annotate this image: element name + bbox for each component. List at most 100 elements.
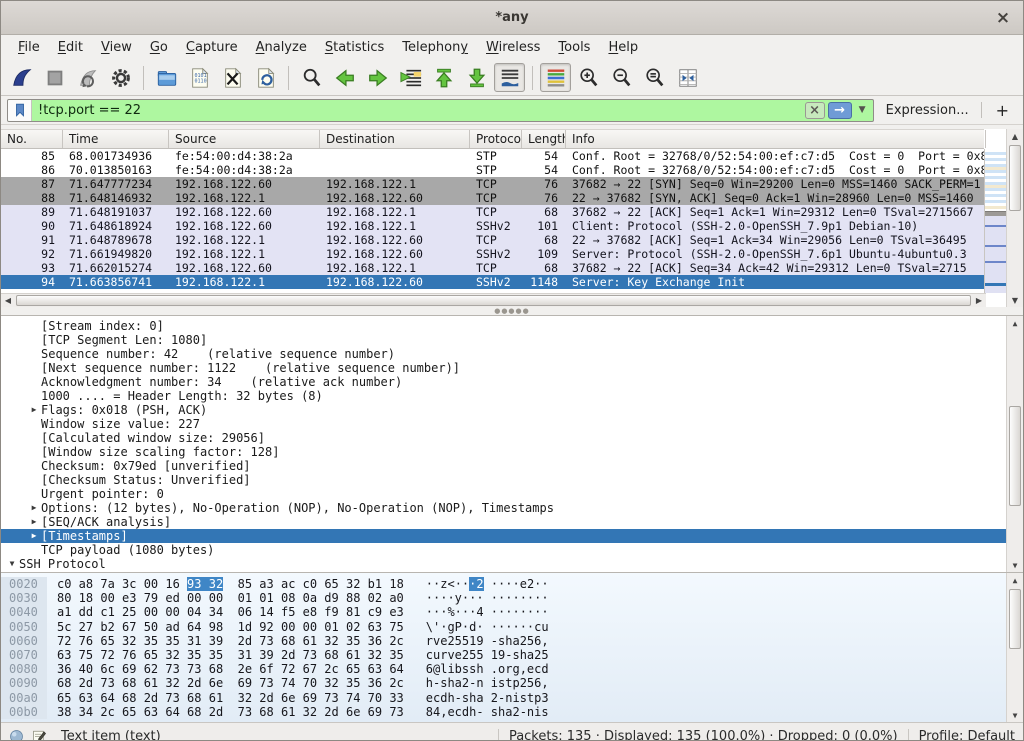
add-filter-button[interactable]: +	[990, 101, 1017, 120]
hex-ascii[interactable]: 84,ecdh- sha2-nis	[404, 705, 549, 719]
column-header-time[interactable]: Time	[63, 130, 169, 148]
expander-closed-icon[interactable]: ▶	[27, 403, 41, 417]
hex-bytes[interactable]: 38 34 2c 65 63 64 68 2d 73 68 61 32 2d 6…	[47, 705, 404, 719]
detail-tree-item[interactable]: ▼SSH Protocol	[1, 557, 1006, 571]
detail-tree-item[interactable]: [Window size scaling factor: 128]	[1, 445, 1006, 459]
hscroll-thumb[interactable]	[16, 295, 971, 306]
expander-closed-icon[interactable]: ▶	[27, 571, 41, 572]
hex-ascii[interactable]: ···%···4 ········	[404, 605, 549, 619]
column-header-destination[interactable]: Destination	[320, 130, 470, 148]
expander-closed-icon[interactable]: ▶	[27, 515, 41, 529]
hscroll-left-arrow-icon[interactable]: ◀	[1, 294, 15, 307]
hex-ascii[interactable]: curve255 19-sha25	[404, 648, 549, 662]
filter-bookmark-icon[interactable]	[8, 100, 32, 121]
detail-tree-item[interactable]: [Stream index: 0]	[1, 319, 1006, 333]
hex-bytes[interactable]: 36 40 6c 69 62 73 73 68 2e 6f 72 67 2c 6…	[47, 662, 404, 676]
go-forward-icon[interactable]	[362, 63, 393, 92]
hex-ascii[interactable]: ··z<···2 ····e2··	[404, 577, 549, 591]
bytes-scroll-up-icon[interactable]: ▲	[1007, 573, 1023, 587]
packet-row[interactable]: 8670.013850163fe:54:00:d4:38:2aSTP54Conf…	[1, 163, 984, 177]
details-scroll-thumb[interactable]	[1009, 406, 1021, 506]
column-header-source[interactable]: Source	[169, 130, 320, 148]
packet-row[interactable]: 8871.648146932192.168.122.1192.168.122.6…	[1, 191, 984, 205]
detail-tree-item[interactable]: [TCP Segment Len: 1080]	[1, 333, 1006, 347]
title-bar[interactable]: *any ×	[1, 1, 1023, 35]
zoom-in-icon[interactable]	[573, 63, 604, 92]
packet-list-hscrollbar[interactable]: ◀ ▶	[1, 293, 986, 307]
detail-tree-item[interactable]: [Calculated window size: 29056]	[1, 431, 1006, 445]
packet-row[interactable]: 8568.001734936fe:54:00:d4:38:2aSTP54Conf…	[1, 149, 984, 163]
menu-item-telephony[interactable]: Telephony	[393, 37, 477, 58]
status-profile[interactable]: Profile: Default	[919, 729, 1015, 741]
packet-list-minimap[interactable]	[984, 149, 1006, 293]
menu-item-analyze[interactable]: Analyze	[247, 37, 316, 58]
filter-apply-icon[interactable]: →	[828, 102, 852, 119]
reload-file-icon[interactable]	[250, 63, 281, 92]
hex-row[interactable]: 00b038 34 2c 65 63 64 68 2d 73 68 61 32 …	[1, 705, 1006, 719]
bytes-vscrollbar[interactable]: ▲ ▼	[1006, 573, 1023, 722]
details-scroll-down-icon[interactable]: ▼	[1007, 558, 1023, 572]
hscroll-right-arrow-icon[interactable]: ▶	[972, 294, 986, 307]
packet-row[interactable]: 9371.662015274192.168.122.60192.168.122.…	[1, 261, 984, 275]
detail-tree-item[interactable]: Urgent pointer: 0	[1, 487, 1006, 501]
detail-tree-item[interactable]: ▶Flags: 0x018 (PSH, ACK)	[1, 403, 1006, 417]
detail-tree-item[interactable]: ▶[SEQ/ACK analysis]	[1, 515, 1006, 529]
packet-row[interactable]: 8771.647777234192.168.122.60192.168.122.…	[1, 177, 984, 191]
hex-row[interactable]: 009068 2d 73 68 61 32 2d 6e 69 73 74 70 …	[1, 676, 1006, 690]
expander-closed-icon[interactable]: ▶	[27, 529, 41, 543]
capture-comment-icon[interactable]	[32, 729, 47, 741]
menu-item-go[interactable]: Go	[141, 37, 177, 58]
detail-tree-item[interactable]: TCP payload (1080 bytes)	[1, 543, 1006, 557]
hex-bytes[interactable]: 80 18 00 e3 79 ed 00 00 01 01 08 0a d9 8…	[47, 591, 404, 605]
go-last-icon[interactable]	[461, 63, 492, 92]
hex-bytes[interactable]: c0 a8 7a 3c 00 16 93 32 85 a3 ac c0 65 3…	[47, 577, 404, 591]
hex-row[interactable]: 00505c 27 b2 67 50 ad 64 98 1d 92 00 00 …	[1, 620, 1006, 634]
bytes-scroll-down-icon[interactable]: ▼	[1007, 708, 1023, 722]
detail-tree-item[interactable]: [Next sequence number: 1122 (relative se…	[1, 361, 1006, 375]
detail-tree-item[interactable]: Checksum: 0x79ed [unverified]	[1, 459, 1006, 473]
packet-row[interactable]: 8971.648191037192.168.122.60192.168.122.…	[1, 205, 984, 219]
menu-item-tools[interactable]: Tools	[549, 37, 599, 58]
hex-bytes[interactable]: 72 76 65 32 35 35 31 39 2d 73 68 61 32 3…	[47, 634, 404, 648]
go-first-icon[interactable]	[428, 63, 459, 92]
detail-tree-item[interactable]: Acknowledgment number: 34 (relative ack …	[1, 375, 1006, 389]
find-packet-icon[interactable]	[296, 63, 327, 92]
menu-item-edit[interactable]: Edit	[49, 37, 92, 58]
hex-row[interactable]: 003080 18 00 e3 79 ed 00 00 01 01 08 0a …	[1, 591, 1006, 605]
auto-scroll-icon[interactable]	[494, 63, 525, 92]
column-header-no[interactable]: No.	[1, 130, 63, 148]
packet-row[interactable]: 9471.663856741192.168.122.1192.168.122.6…	[1, 275, 984, 289]
detail-tree-item[interactable]: 1000 .... = Header Length: 32 bytes (8)	[1, 389, 1006, 403]
column-header-info[interactable]: Info	[566, 130, 986, 148]
hex-bytes[interactable]: 5c 27 b2 67 50 ad 64 98 1d 92 00 00 01 0…	[47, 620, 404, 634]
display-filter-input[interactable]: !tcp.port == 22 × → ▼	[7, 99, 874, 122]
packet-row[interactable]: 9271.661949820192.168.122.1192.168.122.6…	[1, 247, 984, 261]
column-header-protocol[interactable]: Protocol	[470, 130, 522, 148]
stop-capture-icon[interactable]	[39, 63, 70, 92]
zoom-reset-icon[interactable]	[639, 63, 670, 92]
detail-tree-item[interactable]: [Checksum Status: Unverified]	[1, 473, 1006, 487]
expert-info-icon[interactable]	[9, 729, 24, 741]
details-scroll-up-icon[interactable]: ▲	[1007, 316, 1023, 330]
detail-tree-item[interactable]: ▶SSH Version 2 (encryption:chacha20-poly…	[1, 571, 1006, 572]
hex-bytes[interactable]: 65 63 64 68 2d 73 68 61 32 2d 6e 69 73 7…	[47, 691, 404, 705]
go-to-packet-icon[interactable]	[395, 63, 426, 92]
packet-list-vscrollbar[interactable]: ▲ ▼	[1006, 129, 1023, 307]
zoom-out-icon[interactable]	[606, 63, 637, 92]
bytes-scroll-thumb[interactable]	[1009, 589, 1021, 649]
menu-item-view[interactable]: View	[92, 37, 141, 58]
details-vscrollbar[interactable]: ▲ ▼	[1006, 316, 1023, 572]
hex-bytes[interactable]: a1 dd c1 25 00 00 04 34 06 14 f5 e8 f9 8…	[47, 605, 404, 619]
hex-row[interactable]: 0020c0 a8 7a 3c 00 16 93 32 85 a3 ac c0 …	[1, 577, 1006, 591]
close-file-icon[interactable]	[217, 63, 248, 92]
detail-tree-item[interactable]: ▶Options: (12 bytes), No-Operation (NOP)…	[1, 501, 1006, 515]
column-header-length[interactable]: Length	[522, 130, 566, 148]
detail-tree-item[interactable]: Window size value: 227	[1, 417, 1006, 431]
hex-ascii[interactable]: 6@libssh .org,ecd	[404, 662, 549, 676]
resize-columns-icon[interactable]	[672, 63, 703, 92]
close-icon[interactable]: ×	[993, 8, 1013, 28]
packet-row[interactable]: 9071.648618924192.168.122.60192.168.122.…	[1, 219, 984, 233]
hex-ascii[interactable]: \'·gP·d· ······cu	[404, 620, 549, 634]
packet-row[interactable]: 9171.648789678192.168.122.1192.168.122.6…	[1, 233, 984, 247]
open-file-icon[interactable]	[151, 63, 182, 92]
